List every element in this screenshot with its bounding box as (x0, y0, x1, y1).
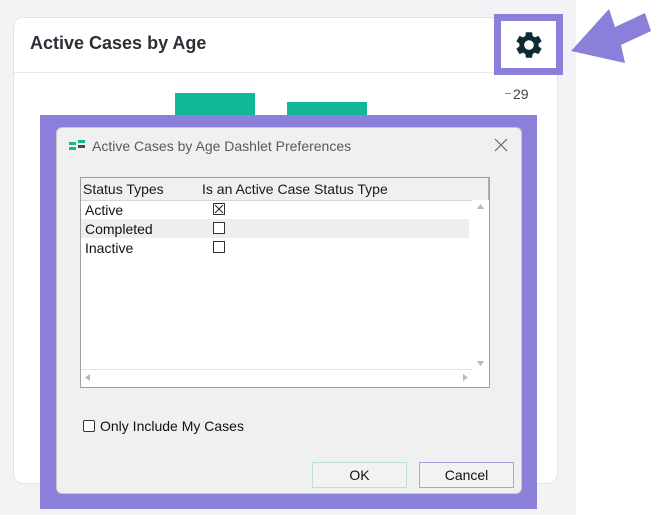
cancel-button[interactable]: Cancel (419, 462, 514, 488)
status-type-label: Inactive (85, 240, 134, 256)
scroll-up-icon[interactable] (472, 200, 489, 214)
settings-highlight (494, 14, 563, 75)
status-types-table: Status Types Is an Active Case Status Ty… (80, 177, 490, 388)
active-status-checkbox[interactable] (213, 222, 225, 234)
table-header: Status Types Is an Active Case Status Ty… (81, 178, 489, 201)
dashlet-header: Active Cases by Age (14, 18, 557, 73)
active-status-checkbox[interactable] (213, 241, 225, 253)
pointer-arrow-icon (571, 9, 651, 63)
preferences-dialog: Active Cases by Age Dashlet Preferences … (56, 127, 522, 494)
vertical-scrollbar[interactable] (472, 200, 489, 370)
scroll-down-icon[interactable] (472, 356, 489, 370)
active-status-checkbox[interactable] (213, 203, 225, 215)
status-type-label: Active (85, 202, 124, 218)
axis-tick-label: 29 (513, 86, 529, 102)
dashlet-title: Active Cases by Age (30, 33, 207, 53)
table-row[interactable]: Active (81, 200, 469, 219)
horizontal-scrollbar[interactable] (81, 369, 472, 387)
column-header-status-types[interactable]: Status Types (83, 181, 164, 197)
dialog-titlebar[interactable]: Active Cases by Age Dashlet Preferences (57, 128, 521, 164)
column-divider (488, 178, 489, 200)
only-my-cases-checkbox[interactable] (83, 420, 95, 432)
scroll-right-icon[interactable] (458, 370, 472, 386)
scroll-left-icon[interactable] (81, 370, 95, 386)
table-row[interactable]: Inactive (81, 238, 469, 257)
only-my-cases-label: Only Include My Cases (100, 418, 244, 434)
settings-button[interactable] (501, 21, 556, 68)
axis-tick-mark (505, 93, 511, 94)
gear-icon (516, 31, 541, 58)
ok-button[interactable]: OK (312, 462, 407, 488)
status-type-label: Completed (85, 221, 153, 237)
table-row[interactable]: Completed (81, 219, 469, 238)
column-header-is-active[interactable]: Is an Active Case Status Type (202, 181, 388, 197)
checkmark-x-icon (214, 204, 224, 214)
only-my-cases-option[interactable]: Only Include My Cases (83, 418, 244, 434)
dialog-title: Active Cases by Age Dashlet Preferences (92, 138, 352, 154)
app-logo-icon (69, 140, 85, 150)
close-icon[interactable] (493, 137, 509, 153)
